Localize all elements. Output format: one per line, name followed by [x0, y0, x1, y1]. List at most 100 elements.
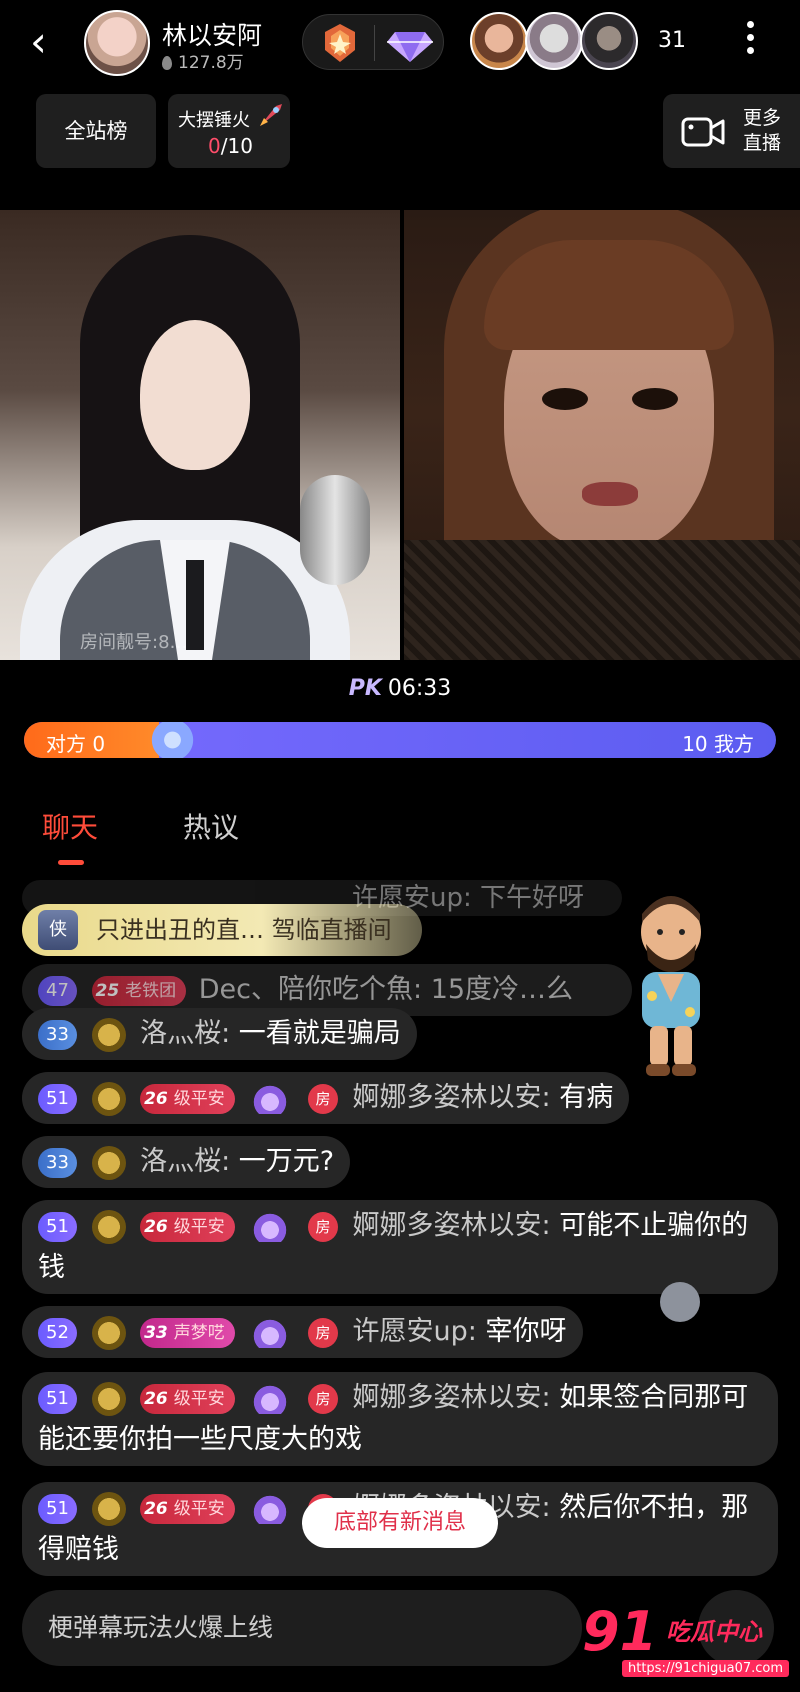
tab-active-indicator [58, 860, 84, 865]
video-camera-icon [681, 117, 725, 147]
user-level-badge: 52 [38, 1317, 77, 1348]
more-vertical-icon[interactable] [742, 18, 758, 64]
more-live-button[interactable]: 更多 直播 [663, 94, 800, 168]
rank-separator [374, 25, 375, 61]
fan-club-name: 声梦呓 [173, 1322, 225, 1343]
floating-assist-button[interactable] [660, 1282, 700, 1322]
fan-club-name: 级平安 [173, 1216, 225, 1237]
host-video-stream[interactable]: 房间靓号:8… [0, 210, 400, 660]
user-level-badge: 51 [38, 1383, 77, 1414]
viewer-count[interactable]: 31 [658, 28, 686, 53]
pk-divider-wave-icon [141, 722, 212, 758]
host-fans: 127.8万 [162, 48, 244, 73]
chat-username[interactable]: 婀娜多姿林以安: [353, 1382, 551, 1413]
wing-icon [247, 1383, 294, 1414]
chat-text: 一看就是骗局 [238, 1018, 401, 1049]
rocket-icon [260, 104, 282, 126]
chat-message[interactable]: 52 33 声梦呓 房 许愿安up: 宰你呀 [22, 1306, 583, 1358]
opponent-video-stream[interactable] [404, 210, 800, 660]
hammer-progress-current: 0 [208, 134, 221, 158]
viewer-avatar[interactable] [525, 12, 583, 70]
rank-badges[interactable] [302, 14, 444, 70]
fan-club-name: 级平安 [173, 1088, 225, 1109]
rank-badge-icon [91, 1209, 126, 1244]
fan-level: 26 [144, 1498, 168, 1519]
fan-level: 26 [144, 1088, 168, 1109]
opponent-bangs [484, 240, 734, 350]
back-chevron-icon[interactable]: ‹ [30, 20, 66, 64]
hammer-task-button[interactable]: 大摆锤火 0/10 [168, 94, 290, 168]
hammer-progress-total: /10 [220, 134, 253, 158]
chat-username[interactable]: 许愿安up: [353, 1316, 477, 1347]
user-level-badge: 51 [38, 1493, 77, 1524]
pk-timer: PK 06:33 [0, 676, 800, 701]
fan-club-badge: 26 级平安 [140, 1083, 235, 1114]
rank-badge-icon [91, 1081, 126, 1116]
chat-username[interactable]: 洛灬桜: [140, 1146, 230, 1177]
fire-drop-icon [162, 56, 172, 70]
pk-score-bar[interactable]: 对方 0 10 我方 [24, 722, 776, 758]
pk-countdown: 06:33 [387, 676, 452, 701]
medal-icon [325, 24, 355, 62]
chat-message[interactable]: 33 洛灬桜: 一看就是骗局 [22, 1008, 417, 1060]
more-live-label-2: 直播 [743, 132, 782, 154]
pk-opponent-score: 对方 0 [46, 732, 106, 756]
fan-club-badge: 33 声梦呓 [140, 1317, 235, 1348]
rank-badge-icon [91, 1017, 126, 1052]
site-watermark-logo: 91 吃瓜中心 https://91chigua07.com [582, 1600, 800, 1692]
viewer-avatar[interactable] [470, 12, 528, 70]
fan-level: 33 [144, 1322, 168, 1343]
tab-chat[interactable]: 聊天 [42, 806, 98, 846]
fan-club-badge: 26 级平安 [140, 1383, 235, 1414]
viewer-avatar[interactable] [580, 12, 638, 70]
user-enter-banner: 侠 只进出丑的直… 驾临直播间 [22, 904, 422, 956]
mascot-sticker-icon[interactable] [628, 892, 714, 1082]
more-live-label: 更多 直播 [743, 106, 781, 156]
watermark-text: 吃瓜中心 [666, 1618, 762, 1646]
user-level-badge: 33 [38, 1147, 77, 1178]
host-fans-count: 127.8万 [178, 53, 244, 73]
room-manager-badge: 房 [307, 1383, 338, 1414]
fan-club-badge: 26 级平安 [140, 1211, 235, 1242]
watermark-number: 91 [582, 1600, 658, 1663]
opponent-eye [632, 388, 678, 410]
fan-level: 26 [144, 1388, 168, 1409]
rank-badge-icon [91, 1145, 126, 1180]
user-level-badge: 51 [38, 1211, 77, 1242]
fan-club-name: 级平安 [173, 1388, 225, 1409]
site-rank-button[interactable]: 全站榜 [36, 94, 156, 168]
room-manager-badge: 房 [307, 1317, 338, 1348]
chat-username[interactable]: 洛灬桜: [140, 1018, 230, 1049]
chat-text: 有病 [559, 1082, 614, 1113]
opponent-lip [582, 482, 638, 506]
chat-message[interactable]: 33 洛灬桜: 一万元? [22, 1136, 351, 1188]
wing-icon [247, 1083, 294, 1114]
fan-club-badge: 25 老铁团 [91, 975, 187, 1006]
user-level-badge: 33 [38, 1019, 77, 1050]
chat-message[interactable]: 51 26 级平安 房 婀娜多姿林以安: 如果签合同那可能还要你拍一些尺度大的戏 [22, 1372, 778, 1466]
opponent-eye [542, 388, 588, 410]
chat-message[interactable]: 51 26 级平安 房 婀娜多姿林以安: 有病 [22, 1072, 630, 1124]
chat-input[interactable]: 梗弹幕玩法火爆上线 [22, 1590, 582, 1666]
fan-club-name: 级平安 [173, 1498, 225, 1519]
tab-hot-discussion[interactable]: 热议 [183, 806, 239, 846]
chat-username[interactable]: 婀娜多姿林以安: [353, 1082, 551, 1113]
chat-faded-text: Dec、陪你吃个魚: 15度冷…么 [198, 974, 574, 1005]
host-avatar[interactable] [84, 10, 150, 76]
opponent-scarf [404, 540, 800, 660]
chat-message[interactable]: 51 26 级平安 房 婀娜多姿林以安: 可能不止骗你的钱 [22, 1200, 778, 1294]
chat-text: 一万元? [238, 1146, 335, 1177]
rank-badge-icon [91, 1381, 126, 1416]
wing-icon [247, 1211, 294, 1242]
wing-icon [247, 1317, 294, 1348]
host-name[interactable]: 林以安阿 [162, 16, 262, 52]
new-message-hint-button[interactable]: 底部有新消息 [302, 1498, 498, 1548]
room-id-watermark: 房间靓号:8… [80, 632, 188, 653]
wing-icon [247, 1493, 294, 1524]
diamond-icon [387, 32, 433, 62]
more-live-label-1: 更多 [743, 107, 782, 129]
fan-level: 26 [144, 1216, 168, 1237]
hammer-title: 大摆锤火 [178, 110, 250, 131]
chat-text: 宰你呀 [485, 1316, 567, 1347]
chat-username[interactable]: 婀娜多姿林以安: [353, 1210, 551, 1241]
